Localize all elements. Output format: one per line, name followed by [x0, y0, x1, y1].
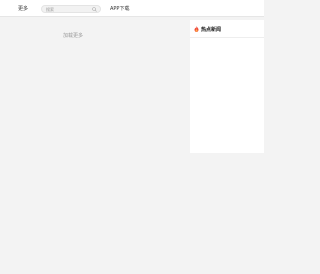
hot-news-panel: 热点新闻	[190, 20, 264, 153]
app-download-link[interactable]: APP下载	[110, 5, 129, 12]
load-more-link[interactable]: 加载更多	[63, 32, 83, 39]
search-input[interactable]	[46, 6, 92, 12]
fire-icon	[194, 26, 199, 32]
top-navigation-bar: 更多 APP下载	[0, 0, 264, 17]
search-box[interactable]	[41, 5, 101, 13]
more-menu-button[interactable]: 更多	[18, 5, 28, 12]
hot-news-title: 热点新闻	[201, 27, 222, 33]
hot-news-header: 热点新闻	[190, 20, 264, 38]
search-icon[interactable]	[92, 7, 97, 12]
